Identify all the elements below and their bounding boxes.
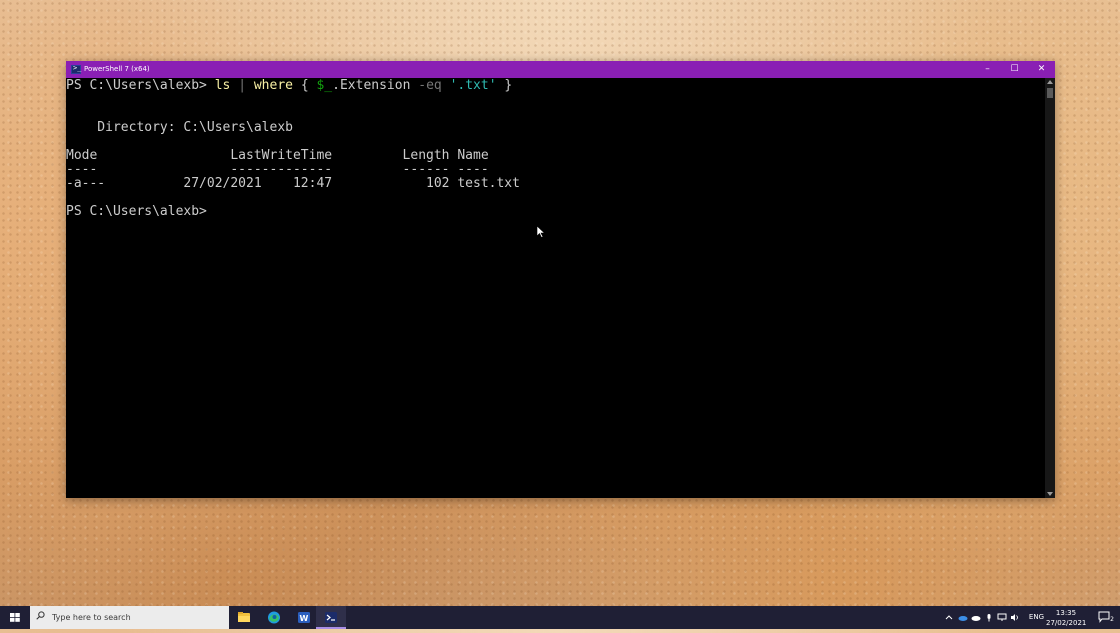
- table-separator: ---- ------------- ------ ----: [66, 162, 489, 177]
- directory-line: Directory: C:\Users\alexb: [66, 120, 293, 135]
- search-placeholder: Type here to search: [52, 613, 131, 622]
- clock-date: 27/02/2021: [1046, 619, 1087, 627]
- notification-icon[interactable]: [1098, 611, 1110, 623]
- word-icon: W: [298, 612, 310, 623]
- terminal-icon: [325, 612, 337, 623]
- table-row: -a--- 27/02/2021 12:47 102 test.txt: [66, 176, 520, 191]
- title-bar[interactable]: >_ PowerShell 7 (x64) – ☐ ✕: [66, 61, 1055, 78]
- edge-icon: [268, 611, 280, 624]
- powershell-app-icon: >_: [71, 64, 82, 74]
- command-var: $_: [316, 78, 333, 93]
- taskbar-edge[interactable]: [259, 606, 289, 629]
- folder-icon: [238, 612, 250, 622]
- windows-logo-icon: [10, 613, 20, 622]
- close-button[interactable]: ✕: [1028, 61, 1055, 78]
- command-string: '.txt': [449, 78, 497, 93]
- command-pipe: |: [238, 78, 247, 93]
- prompt: PS C:\Users\alexb>: [66, 78, 207, 93]
- powershell-window[interactable]: >_ PowerShell 7 (x64) – ☐ ✕ PS C:\Users\…: [66, 61, 1055, 498]
- scroll-up-icon[interactable]: [1047, 80, 1053, 84]
- command-line: PS C:\Users\alexb> ls | where { $_.Exten…: [66, 79, 512, 93]
- taskbar: Type here to search W ENG 13:35 27/02/20…: [0, 606, 1120, 629]
- maximize-button[interactable]: ☐: [1001, 61, 1028, 78]
- search-icon: [36, 611, 45, 620]
- language-indicator[interactable]: ENG: [1029, 613, 1044, 621]
- command-operator: -eq: [418, 78, 442, 93]
- clock[interactable]: 13:35 27/02/2021: [1046, 608, 1086, 628]
- cloud-icon[interactable]: [971, 613, 981, 622]
- start-button[interactable]: [0, 606, 30, 629]
- clock-time: 13:35: [1055, 609, 1077, 617]
- command-prop: .Extension: [332, 78, 411, 93]
- terminal-output[interactable]: PS C:\Users\alexb> ls | where { $_.Exten…: [66, 78, 1044, 498]
- command-brace-open: {: [300, 78, 309, 93]
- network-icon[interactable]: [997, 613, 1007, 622]
- onedrive-icon[interactable]: [958, 613, 968, 622]
- volume-icon[interactable]: [1010, 613, 1020, 622]
- table-header: Mode LastWriteTime Length Name: [66, 148, 489, 163]
- svg-text:W: W: [300, 614, 309, 623]
- command-ls: ls: [214, 78, 231, 93]
- command-where: where: [253, 78, 293, 93]
- command-brace-close: }: [504, 78, 513, 93]
- mouse-cursor-icon: [536, 223, 546, 242]
- taskbar-word[interactable]: W: [289, 606, 319, 629]
- minimize-button[interactable]: –: [974, 61, 1001, 78]
- taskbar-file-explorer[interactable]: [229, 606, 259, 629]
- scroll-down-icon[interactable]: [1047, 492, 1053, 496]
- taskbar-terminal[interactable]: [316, 606, 346, 629]
- vertical-scrollbar[interactable]: [1045, 78, 1055, 498]
- notification-count: 2: [1110, 616, 1114, 623]
- window-title: PowerShell 7 (x64): [84, 65, 150, 73]
- chevron-up-icon[interactable]: [944, 613, 954, 622]
- final-prompt: PS C:\Users\alexb>: [66, 204, 207, 219]
- taskbar-search[interactable]: Type here to search: [30, 606, 229, 629]
- microphone-icon[interactable]: [984, 613, 994, 622]
- scroll-thumb[interactable]: [1047, 88, 1053, 98]
